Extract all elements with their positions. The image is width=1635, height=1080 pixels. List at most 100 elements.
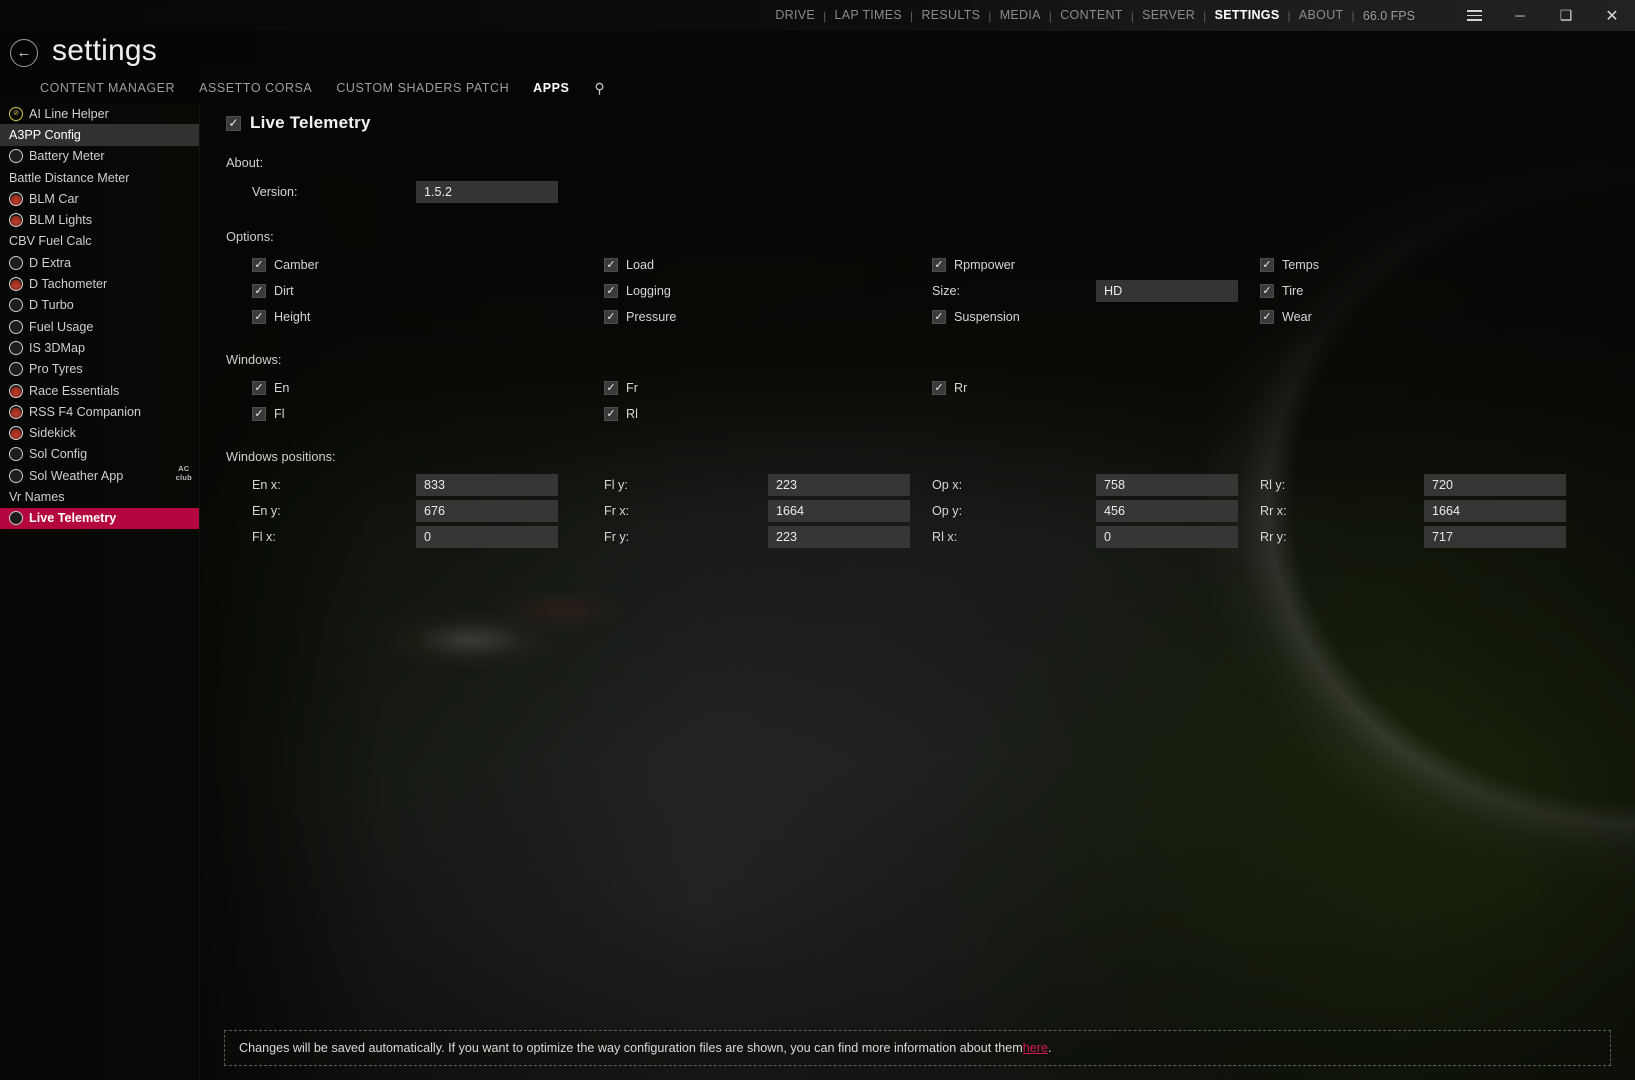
tab-custom-shaders-patch[interactable]: CUSTOM SHADERS PATCH <box>335 78 510 98</box>
nav-link-about[interactable]: ABOUT <box>1291 0 1352 31</box>
app-dark-icon <box>9 319 23 334</box>
check-icon: ✓ <box>254 381 264 394</box>
window-rl-checkbox[interactable]: ✓ <box>604 407 618 421</box>
search-icon[interactable]: ⚲ <box>594 80 605 97</box>
sidebar-item-battle-distance-meter[interactable]: Battle Distance Meter <box>0 167 199 188</box>
option-rpmpower[interactable]: ✓ Rpmpower <box>904 258 1015 272</box>
camber-checkbox[interactable]: ✓ <box>252 258 266 272</box>
pressure-checkbox[interactable]: ✓ <box>604 310 618 324</box>
option-pressure[interactable]: ✓ Pressure <box>576 310 676 324</box>
sidebar-item-ai-line-helper[interactable]: ⊘ AI Line Helper <box>0 103 199 124</box>
logging-checkbox[interactable]: ✓ <box>604 284 618 298</box>
option-window-en[interactable]: ✓ En <box>224 381 289 395</box>
suspension-checkbox[interactable]: ✓ <box>932 310 946 324</box>
sidebar-item-d-tachometer[interactable]: D Tachometer <box>0 273 199 294</box>
nav-link-drive[interactable]: DRIVE <box>767 0 823 31</box>
check-icon: ✓ <box>1262 310 1272 323</box>
option-label: Fr <box>626 381 638 395</box>
option-window-fr[interactable]: ✓ Fr <box>576 381 638 395</box>
rpmpower-checkbox[interactable]: ✓ <box>932 258 946 272</box>
pos-eny-input[interactable]: 676 <box>416 500 558 522</box>
notice-link[interactable]: here <box>1023 1041 1048 1055</box>
option-cell: ✓ Rpmpower <box>904 252 1232 278</box>
option-logging[interactable]: ✓ Logging <box>576 284 671 298</box>
nav-link-server[interactable]: SERVER <box>1134 0 1203 31</box>
window-rr-checkbox[interactable]: ✓ <box>932 381 946 395</box>
pos-fry-input[interactable]: 223 <box>768 526 910 548</box>
live-telemetry-enable-checkbox[interactable]: ✓ <box>226 115 241 131</box>
tab-apps[interactable]: APPS <box>532 78 570 98</box>
nav-link-lap-times[interactable]: LAP TIMES <box>826 0 910 31</box>
pos-rry-input[interactable]: 717 <box>1424 526 1566 548</box>
pos-rly-input[interactable]: 720 <box>1424 474 1566 496</box>
minimize-button[interactable]: ─ <box>1497 0 1543 31</box>
sidebar-item-fuel-usage[interactable]: Fuel Usage <box>0 316 199 337</box>
option-camber[interactable]: ✓ Camber <box>224 258 319 272</box>
pos-opy-input[interactable]: 456 <box>1096 500 1238 522</box>
sidebar-item-race-essentials[interactable]: Race Essentials <box>0 380 199 401</box>
option-window-fl[interactable]: ✓ Fl <box>224 407 285 421</box>
spacer-cell <box>1232 375 1611 401</box>
size-input[interactable]: HD <box>1096 280 1238 302</box>
load-checkbox[interactable]: ✓ <box>604 258 618 272</box>
option-tire[interactable]: ✓ Tire <box>1232 284 1303 298</box>
option-window-rr[interactable]: ✓ Rr <box>904 381 967 395</box>
pos-fly-input[interactable]: 223 <box>768 474 910 496</box>
sidebar-item-sol-config[interactable]: Sol Config <box>0 444 199 465</box>
sidebar-item-sol-weather-app[interactable]: Sol Weather App <box>0 465 199 486</box>
sidebar-item-a3pp-config[interactable]: A3PP Config <box>0 124 199 146</box>
pos-enx-input[interactable]: 833 <box>416 474 558 496</box>
field-cell: Fr x: 1664 <box>576 498 910 524</box>
pos-opx-label: Op x: <box>932 478 963 492</box>
option-dirt[interactable]: ✓ Dirt <box>224 284 294 298</box>
option-suspension[interactable]: ✓ Suspension <box>904 310 1020 324</box>
field-cell: Op y: 456 <box>904 498 1238 524</box>
tab-content-manager[interactable]: CONTENT MANAGER <box>39 78 176 98</box>
nav-link-settings[interactable]: SETTINGS <box>1207 0 1288 31</box>
sidebar-item-cbv-fuel-calc[interactable]: CBV Fuel Calc <box>0 231 199 252</box>
sidebar-item-battery-meter[interactable]: Battery Meter <box>0 146 199 167</box>
pos-opx-input[interactable]: 758 <box>1096 474 1238 496</box>
main-menu-button[interactable] <box>1451 0 1497 31</box>
option-temps[interactable]: ✓ Temps <box>1232 258 1319 272</box>
pos-frx-input[interactable]: 1664 <box>768 500 910 522</box>
close-button[interactable]: ✕ <box>1589 0 1635 31</box>
window-fl-checkbox[interactable]: ✓ <box>252 407 266 421</box>
apps-sidebar[interactable]: ⊘ AI Line Helper A3PP Config Battery Meter B… <box>0 103 200 1080</box>
nav-link-content[interactable]: CONTENT <box>1052 0 1131 31</box>
sidebar-item-d-turbo[interactable]: D Turbo <box>0 295 199 316</box>
back-button[interactable]: ← <box>10 38 38 67</box>
nav-link-results[interactable]: RESULTS <box>913 0 988 31</box>
maximize-button[interactable]: ❑ <box>1543 0 1589 31</box>
pos-rrx-input[interactable]: 1664 <box>1424 500 1566 522</box>
pos-rlx-input[interactable]: 0 <box>1096 526 1238 548</box>
tire-checkbox[interactable]: ✓ <box>1260 284 1274 298</box>
sidebar-item-d-extra[interactable]: D Extra <box>0 252 199 273</box>
wear-checkbox[interactable]: ✓ <box>1260 310 1274 324</box>
window-fr-checkbox[interactable]: ✓ <box>604 381 618 395</box>
app-red-icon <box>9 404 23 419</box>
sidebar-item-sidekick[interactable]: Sidekick <box>0 422 199 443</box>
sidebar-item-blm-car[interactable]: BLM Car <box>0 188 199 209</box>
nav-link-media[interactable]: MEDIA <box>992 0 1049 31</box>
sidebar-item-is-3dmap[interactable]: IS 3DMap <box>0 337 199 358</box>
version-input[interactable]: 1.5.2 <box>416 181 558 203</box>
pos-flx-input[interactable]: 0 <box>416 526 558 548</box>
sidebar-item-vr-names[interactable]: Vr Names <box>0 486 199 507</box>
tab-assetto-corsa[interactable]: ASSETTO CORSA <box>198 78 313 98</box>
field-row-pos-enx: En x: 833 <box>224 472 558 498</box>
option-height[interactable]: ✓ Height <box>224 310 310 324</box>
sidebar-item-live-telemetry[interactable]: Live Telemetry <box>0 507 199 529</box>
option-wear[interactable]: ✓ Wear <box>1232 310 1312 324</box>
height-checkbox[interactable]: ✓ <box>252 310 266 324</box>
sidebar-item-blm-lights[interactable]: BLM Lights <box>0 209 199 230</box>
window-en-checkbox[interactable]: ✓ <box>252 381 266 395</box>
option-cell: ✓ Pressure <box>576 304 904 330</box>
dirt-checkbox[interactable]: ✓ <box>252 284 266 298</box>
option-load[interactable]: ✓ Load <box>576 258 654 272</box>
sidebar-item-pro-tyres[interactable]: Pro Tyres <box>0 359 199 380</box>
pos-rly-label: Rl y: <box>1260 478 1286 492</box>
sidebar-item-rss-f4-companion[interactable]: RSS F4 Companion <box>0 401 199 422</box>
temps-checkbox[interactable]: ✓ <box>1260 258 1274 272</box>
option-window-rl[interactable]: ✓ Rl <box>576 407 638 421</box>
